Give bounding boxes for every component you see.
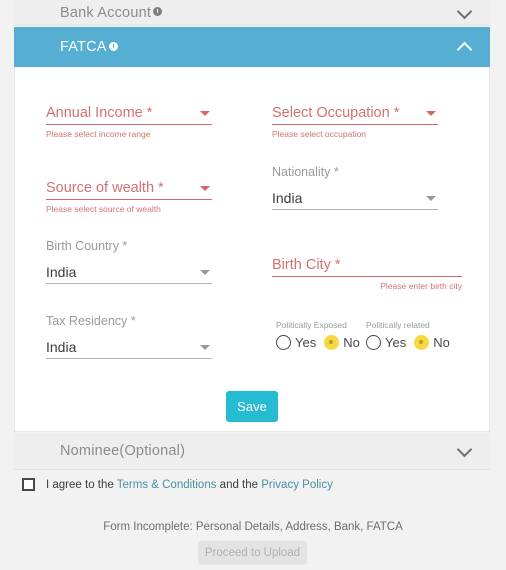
- radio-group-politically-related: Politically related Yes No: [366, 320, 450, 350]
- occupation-select[interactable]: Select Occupation *: [272, 102, 438, 125]
- source-of-wealth-select[interactable]: Source of wealth *: [46, 177, 212, 200]
- field-tax-residency[interactable]: Tax Residency * India: [46, 314, 212, 359]
- politically-exposed-label: Politically Exposed: [276, 320, 347, 330]
- consent-text: I agree to the Terms & Conditions and th…: [46, 479, 333, 491]
- radio-politically-exposed-yes[interactable]: Yes: [276, 335, 316, 350]
- chevron-up-icon[interactable]: [458, 40, 472, 54]
- radio-politically-related-no[interactable]: No: [414, 335, 450, 350]
- chevron-down-icon[interactable]: [200, 111, 210, 116]
- terms-and-conditions-link[interactable]: Terms & Conditions: [117, 479, 217, 491]
- accordion-title-fatca: FATCA: [60, 39, 107, 55]
- source-of-wealth-error: Please select source of wealth: [46, 204, 161, 214]
- consent-text-middle: and the: [216, 478, 262, 491]
- radio-icon-selected[interactable]: [414, 335, 430, 350]
- occupation-label: Select Occupation *: [272, 105, 400, 121]
- info-icon[interactable]: [108, 41, 118, 51]
- radio-label: Yes: [295, 335, 317, 350]
- consent-text-before: I agree to the: [46, 478, 117, 491]
- chevron-down-icon[interactable]: [200, 270, 210, 275]
- accordion-title-bank-account: Bank Account: [60, 4, 152, 21]
- radio-label: No: [343, 335, 360, 350]
- tax-residency-select[interactable]: India: [46, 336, 212, 359]
- birth-city-input[interactable]: Birth City *: [272, 254, 462, 277]
- chevron-down-icon[interactable]: [426, 111, 436, 116]
- occupation-error: Please select occupation: [272, 129, 367, 139]
- field-annual-income[interactable]: Annual Income * Please select income ran…: [46, 102, 212, 139]
- chevron-down-icon[interactable]: [458, 444, 472, 458]
- birth-city-error: Please enter birth city: [380, 281, 462, 291]
- chevron-down-icon[interactable]: [426, 196, 436, 201]
- proceed-to-upload-button[interactable]: Proceed to Upload: [198, 541, 307, 565]
- accordion-header-fatca[interactable]: FATCA: [14, 27, 490, 67]
- annual-income-label: Annual Income *: [46, 105, 153, 121]
- politically-related-label: Politically related: [366, 320, 430, 330]
- privacy-policy-link[interactable]: Privacy Policy: [261, 479, 333, 491]
- save-button[interactable]: Save: [226, 391, 278, 422]
- radio-label: No: [433, 335, 450, 350]
- consent-row: I agree to the Terms & Conditions and th…: [22, 478, 333, 491]
- field-nationality[interactable]: Nationality * India: [272, 165, 438, 210]
- field-source-of-wealth[interactable]: Source of wealth * Please select source …: [46, 177, 212, 214]
- chevron-down-icon[interactable]: [200, 345, 210, 350]
- source-of-wealth-label: Source of wealth *: [46, 180, 164, 196]
- nationality-select[interactable]: India: [272, 187, 438, 210]
- form-status-text: Form Incomplete: Personal Details, Addre…: [103, 521, 403, 533]
- info-icon[interactable]: [153, 7, 163, 16]
- birth-country-label: Birth Country *: [46, 239, 128, 253]
- tax-residency-label: Tax Residency *: [46, 314, 136, 328]
- radio-group-politically-exposed: Politically Exposed Yes No: [276, 320, 360, 350]
- birth-city-label: Birth City *: [272, 257, 341, 273]
- radio-icon[interactable]: [366, 335, 381, 350]
- accordion-header-bank-account[interactable]: Bank Account: [14, 0, 490, 26]
- accordion-title-nominee: Nominee(Optional): [60, 443, 186, 459]
- nationality-label: Nationality *: [272, 165, 339, 179]
- radio-politically-related-yes[interactable]: Yes: [366, 335, 406, 350]
- accordion-header-nominee[interactable]: Nominee(Optional): [14, 433, 490, 470]
- birth-country-value: India: [46, 264, 77, 280]
- field-birth-country[interactable]: Birth Country * India: [46, 239, 212, 284]
- radio-icon[interactable]: [276, 335, 291, 350]
- chevron-down-icon[interactable]: [200, 186, 210, 191]
- tax-residency-value: India: [46, 339, 77, 355]
- terms-checkbox[interactable]: [22, 478, 35, 491]
- nationality-value: India: [272, 190, 303, 206]
- annual-income-select[interactable]: Annual Income *: [46, 102, 212, 125]
- chevron-down-icon[interactable]: [458, 6, 472, 20]
- annual-income-error: Please select income range: [46, 129, 151, 139]
- field-birth-city[interactable]: Birth City * Please enter birth city: [272, 254, 462, 291]
- radio-politically-exposed-no[interactable]: No: [324, 335, 360, 350]
- radio-label: Yes: [385, 335, 407, 350]
- field-occupation[interactable]: Select Occupation * Please select occupa…: [272, 102, 438, 139]
- radio-icon-selected[interactable]: [324, 335, 340, 350]
- birth-country-select[interactable]: India: [46, 261, 212, 284]
